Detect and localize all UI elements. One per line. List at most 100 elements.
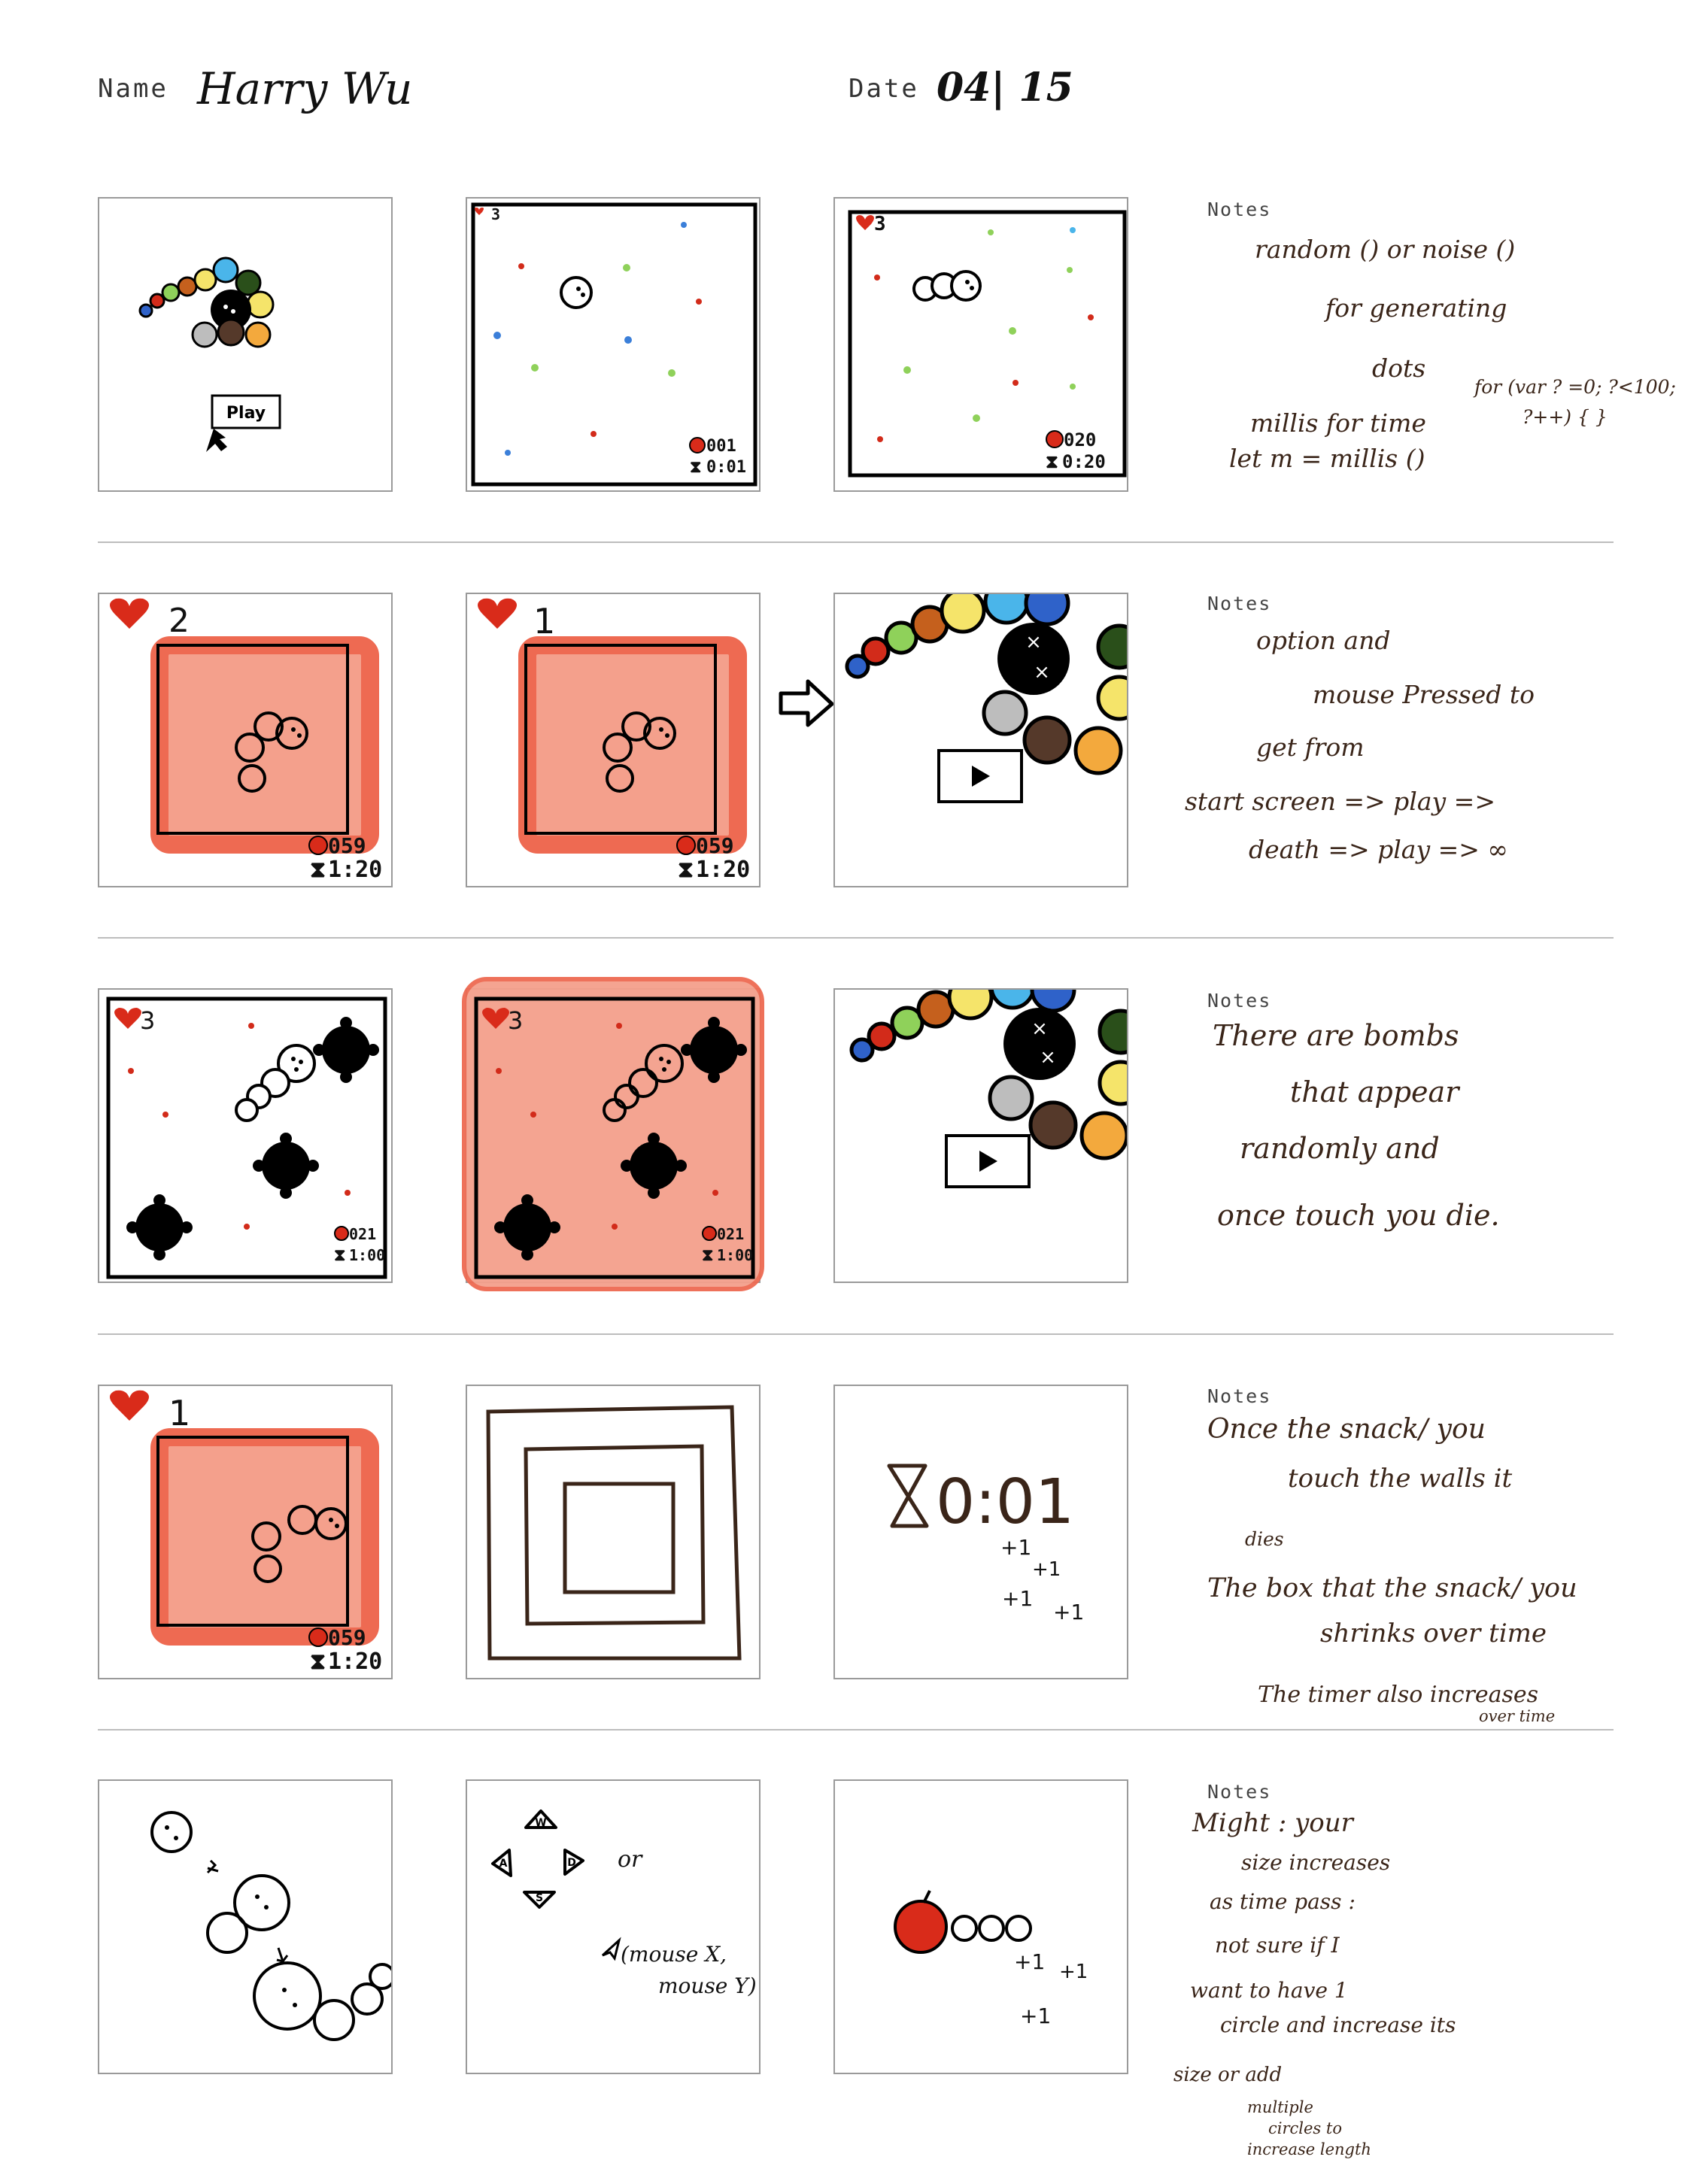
row-divider-2	[98, 937, 1614, 939]
arrow-right-icon	[779, 679, 834, 727]
controls-sketch: W A S D or (mouse X, mouse Y)	[491, 1809, 757, 1998]
game-progress-sketch: 3 020 ⧗ 0:20	[848, 210, 1127, 478]
plus-one: +1	[1059, 1961, 1088, 1983]
note-row5-line1: Might : your	[1192, 1808, 1353, 1838]
note-row1-line6: millis for time	[1250, 408, 1426, 438]
note-row1-line5: ?++) { }	[1523, 406, 1608, 428]
time-count: 1:00	[717, 1246, 753, 1264]
note-row5-line6: circle and increase its	[1220, 2013, 1456, 2037]
lives-count: 3	[491, 205, 500, 223]
cursor-icon	[601, 1937, 621, 1961]
note-row2-line5: death => play => ∞	[1249, 835, 1508, 864]
note-row1-line2: for generating	[1325, 293, 1507, 323]
note-row2-line4: start screen => play =>	[1185, 787, 1495, 816]
shrinking-box-sketch	[486, 1405, 742, 1661]
lives-count: 1	[168, 1393, 190, 1433]
start-screen-sketch: Play	[138, 256, 281, 452]
frame-game-start: 3 001 ⧗ 0:01	[466, 197, 761, 492]
notes-label-5: Notes	[1207, 1781, 1272, 1803]
lives-count: 3	[874, 213, 886, 235]
damage-2-sketch: 2 059 ⧗ 1:20	[110, 598, 382, 883]
frame-growth	[98, 1779, 393, 2074]
score-count: 021	[717, 1225, 744, 1243]
score-count: 020	[1064, 429, 1096, 450]
note-row1-line4: for (var ? =0; ?<100;	[1474, 376, 1676, 398]
growth-sketch	[150, 1811, 391, 2041]
lives-count: 3	[508, 1006, 523, 1035]
wall-hit-sketch: 1 059 ⧗ 1:20	[110, 1390, 382, 1675]
notes-label-2: Notes	[1207, 593, 1272, 614]
time-count: 0:20	[1062, 451, 1106, 472]
svg-text:⧗: ⧗	[310, 1649, 326, 1675]
lives-count: 1	[533, 601, 555, 642]
notes-label-1: Notes	[1207, 199, 1272, 220]
svg-text:⧗: ⧗	[678, 857, 694, 883]
svg-text:×: ×	[1034, 661, 1050, 684]
svg-text:⧗: ⧗	[702, 1246, 713, 1265]
svg-text:⧗: ⧗	[310, 857, 326, 883]
note-row2-line1: option and	[1256, 626, 1391, 655]
note-row4-line3: dies	[1245, 1528, 1284, 1550]
plus-one: +1	[1000, 1535, 1031, 1560]
note-row5-line10: increase length	[1247, 2140, 1371, 2158]
frame-death-screen: × ×	[833, 593, 1128, 887]
note-row5-line5: want to have 1	[1190, 1978, 1348, 2003]
mouse-text-2: mouse Y)	[658, 1973, 757, 1998]
name-value: Harry Wu	[197, 63, 413, 114]
note-row5-line4: not sure if I	[1215, 1933, 1340, 1958]
timer-value: 0:01	[936, 1467, 1074, 1538]
time-count: 1:20	[696, 857, 750, 883]
note-row1-line1: random () or noise ()	[1255, 235, 1516, 264]
plus-one: +1	[1020, 2004, 1051, 2028]
score-count: 059	[328, 833, 366, 858]
date-value: 04| 15	[937, 65, 1073, 111]
plus-one: +1	[1053, 1600, 1084, 1624]
frame-shrinking-box	[466, 1385, 761, 1679]
name-label: Name	[98, 74, 168, 104]
plus-one: +1	[1002, 1586, 1033, 1611]
svg-text:×: ×	[1040, 1046, 1056, 1069]
frame-wall-hit: 1 059 ⧗ 1:20	[98, 1385, 393, 1679]
time-count: 1:20	[328, 1649, 382, 1675]
note-row2-line2: mouse Pressed to	[1313, 680, 1535, 709]
frame-bomb-hit: 3 021 ⧗ 1:00	[462, 977, 764, 1291]
row-divider-1	[98, 541, 1614, 543]
plus-one: +1	[1014, 1949, 1045, 1974]
frame-timer: 0:01 +1 +1 +1 +1	[833, 1385, 1128, 1679]
svg-text:⧗: ⧗	[334, 1246, 345, 1265]
note-row4-line2: touch the walls it	[1288, 1464, 1513, 1494]
time-count: 0:01	[706, 458, 746, 477]
frame-death-screen-2: × ×	[833, 988, 1128, 1283]
plus-one: +1	[1032, 1558, 1061, 1581]
key-s-label: S	[536, 1892, 543, 1904]
bombs-sketch: 3 021 ⧗ 1:00	[106, 996, 387, 1279]
death-screen-2-sketch: × ×	[849, 990, 1127, 1188]
note-row2-line3: get from	[1256, 733, 1365, 762]
game-start-sketch: 3 001 ⧗ 0:01	[471, 202, 757, 487]
score-count: 001	[706, 437, 736, 456]
score-count: 059	[696, 833, 734, 858]
note-row5-line2: size increases	[1241, 1850, 1391, 1875]
frame-eat-apple: +1 +1 +1	[833, 1779, 1128, 2074]
svg-text:⧗: ⧗	[1046, 451, 1058, 472]
frame-damage-2-lives: 2 059 ⧗ 1:20	[98, 593, 393, 887]
note-row5-line8: multiple	[1247, 2098, 1313, 2116]
note-row4-line5: shrinks over time	[1320, 1618, 1547, 1649]
row-divider-3	[98, 1333, 1614, 1335]
notes-label-3: Notes	[1207, 990, 1272, 1012]
key-a-label: A	[499, 1858, 508, 1870]
score-count: 021	[349, 1225, 376, 1243]
notes-label-4: Notes	[1207, 1385, 1272, 1407]
frame-bombs: 3 021 ⧗ 1:00	[98, 988, 393, 1283]
frame-controls: W A S D or (mouse X, mouse Y)	[466, 1779, 761, 2074]
note-row1-line3: dots	[1372, 353, 1426, 383]
note-row3-line1: There are bombs	[1213, 1019, 1459, 1052]
note-row3-line3: randomly and	[1240, 1132, 1440, 1165]
lives-count: 3	[140, 1006, 155, 1035]
score-count: 059	[328, 1625, 366, 1650]
note-row5-line7: size or add	[1173, 2064, 1283, 2086]
mouse-text-1: (mouse X,	[621, 1942, 727, 1967]
note-row4-line1: Once the snack/ you	[1207, 1414, 1486, 1445]
note-row3-line2: that appear	[1290, 1075, 1459, 1109]
key-w-label: W	[535, 1817, 546, 1829]
